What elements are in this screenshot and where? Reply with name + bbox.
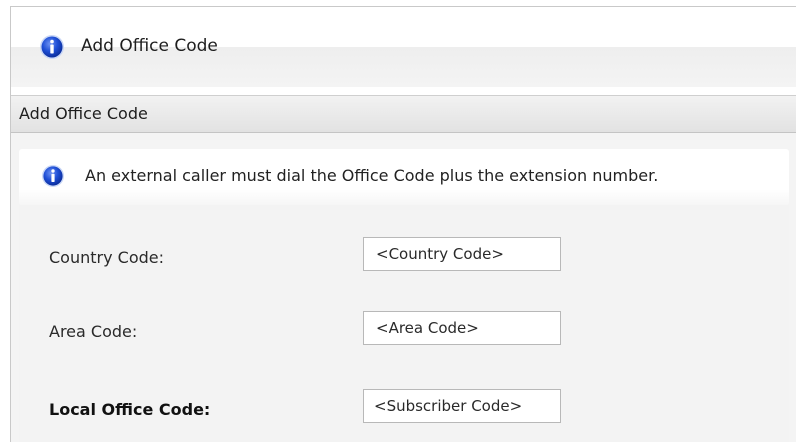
section-header: Add Office Code [11, 95, 796, 133]
area-code-label: Area Code: [49, 322, 138, 341]
local-office-code-input[interactable] [363, 389, 561, 423]
office-code-form: Country Code: Area Code: Local Office Co… [19, 205, 789, 442]
title-bar: Add Office Code [11, 7, 796, 87]
info-banner: An external caller must dial the Office … [19, 149, 789, 205]
section-title: Add Office Code [19, 104, 148, 123]
dialog-window: Add Office Code Add Office Code An exter… [10, 6, 796, 442]
window-title: Add Office Code [81, 36, 218, 56]
info-icon [41, 164, 65, 188]
info-icon [39, 34, 65, 60]
content-panel: An external caller must dial the Office … [11, 133, 796, 442]
country-code-label: Country Code: [49, 248, 164, 267]
local-office-code-label: Local Office Code: [49, 400, 211, 419]
country-code-input[interactable] [363, 237, 561, 271]
area-code-input[interactable] [363, 311, 561, 345]
info-message: An external caller must dial the Office … [85, 166, 659, 185]
